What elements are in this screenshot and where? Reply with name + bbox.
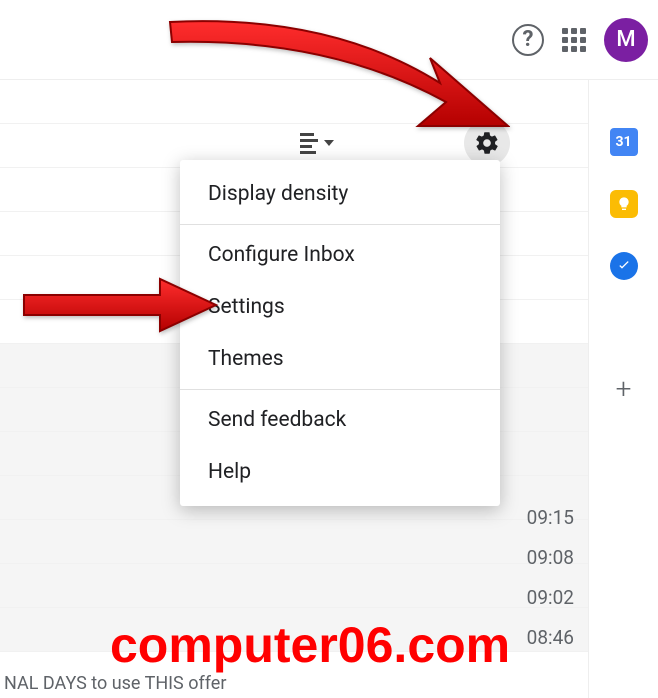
help-icon[interactable]: ? — [512, 24, 544, 56]
watermark-text: computer06.com — [110, 616, 510, 674]
keep-icon[interactable] — [610, 190, 638, 218]
account-avatar[interactable]: M — [604, 18, 648, 62]
partial-email-text: NAL DAYS to use THIS offer — [4, 673, 226, 694]
annotation-arrow-settings — [20, 275, 220, 335]
menu-display-density[interactable]: Display density — [180, 168, 500, 220]
google-apps-icon[interactable] — [562, 28, 586, 52]
menu-send-feedback[interactable]: Send feedback — [180, 394, 500, 446]
menu-separator — [180, 389, 500, 390]
email-timestamps: 09:15 09:08 09:02 08:46 — [527, 498, 574, 658]
timestamp: 09:02 — [527, 578, 574, 618]
menu-separator — [180, 224, 500, 225]
calendar-icon[interactable]: 31 — [610, 128, 638, 156]
menu-configure-inbox[interactable]: Configure Inbox — [180, 229, 500, 281]
timestamp: 09:08 — [527, 538, 574, 578]
menu-themes[interactable]: Themes — [180, 333, 500, 385]
settings-menu: Display density Configure Inbox Settings… — [180, 160, 500, 506]
menu-help[interactable]: Help — [180, 446, 500, 498]
timestamp: 09:15 — [527, 498, 574, 538]
timestamp: 08:46 — [527, 618, 574, 658]
menu-settings[interactable]: Settings — [180, 281, 500, 333]
tasks-icon[interactable] — [610, 252, 638, 280]
side-panel: 31 + — [588, 80, 658, 698]
add-addon-icon[interactable]: + — [610, 374, 638, 402]
annotation-arrow-top — [150, 8, 510, 158]
